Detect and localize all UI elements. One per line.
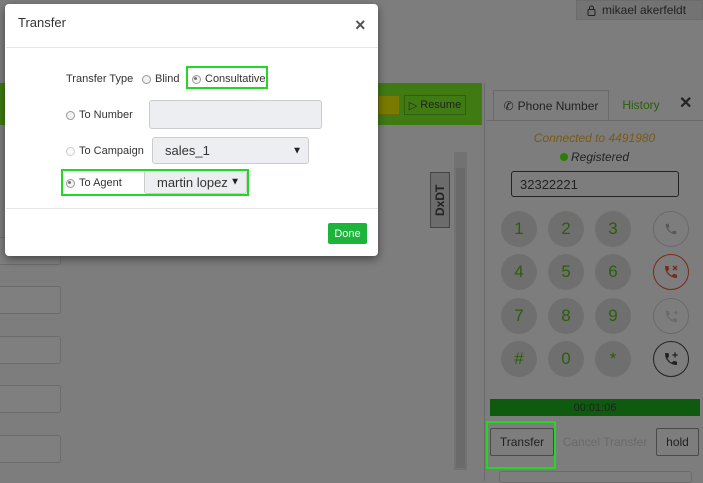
hangup-button[interactable] <box>653 254 689 290</box>
user-menu-button[interactable]: mikael akerfeldt <box>576 0 703 20</box>
tab-phone-number[interactable]: ✆ Phone Number <box>493 90 609 120</box>
done-button[interactable]: Done <box>328 223 367 244</box>
to-number-label: To Number <box>79 109 133 121</box>
user-name: mikael akerfeldt <box>602 3 687 17</box>
radio-circle <box>66 110 75 120</box>
consultative-highlight <box>186 66 268 89</box>
transfer-type-label: Transfer Type <box>66 73 134 85</box>
resume-label: Resume <box>420 99 462 111</box>
tab-history[interactable]: History <box>616 90 666 120</box>
keypad-key-8[interactable]: 8 <box>548 298 584 334</box>
to-number-input[interactable] <box>149 100 322 129</box>
phone-forward-button[interactable] <box>653 298 689 334</box>
tab-phone-number-label: Phone Number <box>517 98 599 113</box>
keypad-key-star[interactable]: * <box>595 341 631 377</box>
transfer-modal <box>5 4 378 256</box>
chevron-down-icon: ▼ <box>292 145 302 156</box>
phone-icon <box>665 223 677 235</box>
scrollbar-thumb[interactable] <box>456 168 465 468</box>
radio-blind-label: Blind <box>155 73 180 85</box>
keypad-key-0[interactable]: 0 <box>548 341 584 377</box>
form-field[interactable] <box>0 435 61 463</box>
resume-button[interactable]: ▷ Resume <box>404 95 466 115</box>
form-field[interactable] <box>0 286 61 314</box>
registered-label: Registered <box>570 150 630 164</box>
scrollbar-tag: DxDT <box>430 172 450 228</box>
radio-circle <box>66 146 75 156</box>
call-button[interactable] <box>653 211 689 247</box>
keypad-key-2[interactable]: 2 <box>548 211 584 247</box>
radio-circle <box>142 74 151 84</box>
modal-footer-divider <box>6 208 378 209</box>
phone-forward-icon <box>665 310 678 322</box>
phone-icon: ✆ <box>503 98 514 113</box>
cancel-transfer-button[interactable]: Cancel Transfer <box>557 428 653 456</box>
keypad-key-1[interactable]: 1 <box>501 211 537 247</box>
call-timer: 00:01:06 <box>490 399 700 416</box>
phone-hangup-icon <box>665 265 678 278</box>
bottom-action-button[interactable] <box>499 471 692 483</box>
form-field[interactable] <box>0 385 61 413</box>
form-field[interactable] <box>0 336 61 364</box>
phone-add-icon <box>665 352 678 365</box>
keypad-key-5[interactable]: 5 <box>548 254 584 290</box>
close-icon[interactable]: ✕ <box>679 93 695 113</box>
radio-to-campaign[interactable]: To Campaign <box>66 145 144 157</box>
toolbar-hold-chip[interactable] <box>378 95 400 115</box>
modal-title: Transfer <box>18 15 66 30</box>
play-icon: ▷ <box>408 99 418 112</box>
keypad-key-6[interactable]: 6 <box>595 254 631 290</box>
to-agent-highlight <box>61 169 249 196</box>
phone-number-input[interactable]: 32322221 <box>511 171 679 197</box>
hold-button[interactable]: hold <box>656 428 699 456</box>
transfer-highlight <box>486 421 556 469</box>
radio-to-number[interactable]: To Number <box>66 109 133 121</box>
keypad-key-3[interactable]: 3 <box>595 211 631 247</box>
tab-divider <box>486 120 703 121</box>
lock-icon <box>587 5 596 16</box>
keypad-key-9[interactable]: 9 <box>595 298 631 334</box>
status-dot-icon <box>559 153 568 161</box>
to-campaign-label: To Campaign <box>79 145 144 157</box>
modal-header-divider <box>6 47 378 48</box>
keypad-key-7[interactable]: 7 <box>501 298 537 334</box>
keypad-key-4[interactable]: 4 <box>501 254 537 290</box>
keypad-key-hash[interactable]: # <box>501 341 537 377</box>
campaign-select[interactable]: sales_1 ▼ <box>152 137 309 164</box>
add-call-button[interactable] <box>653 341 689 377</box>
radio-blind[interactable]: Blind <box>142 73 179 85</box>
close-icon[interactable]: × <box>355 16 366 34</box>
registration-status: Registered <box>486 150 703 164</box>
campaign-select-value: sales_1 <box>165 143 210 158</box>
connection-status: Connected to 4491980 <box>533 131 656 145</box>
